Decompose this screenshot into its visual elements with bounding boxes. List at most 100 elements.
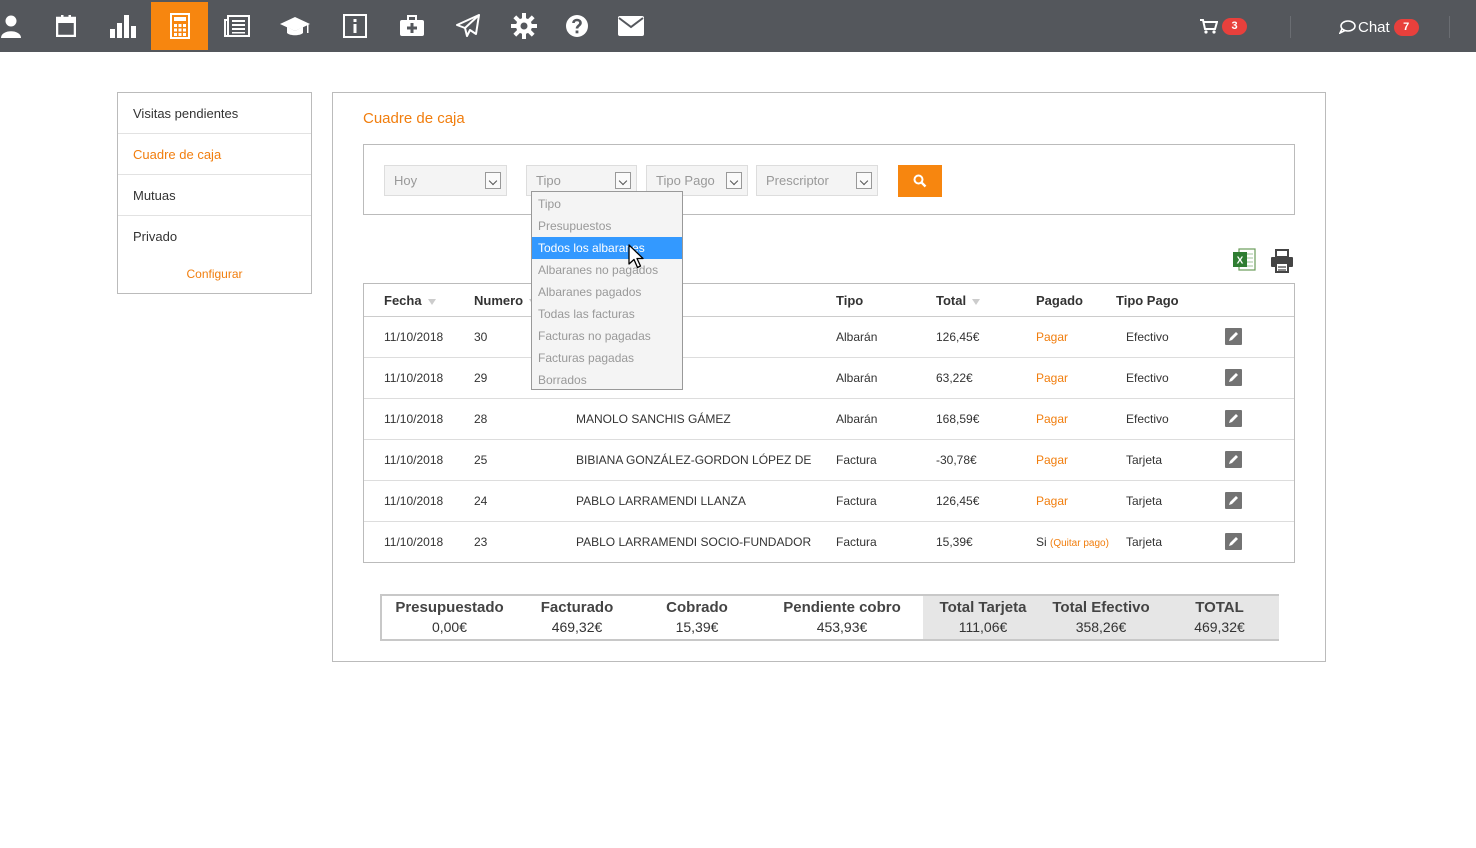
table-row[interactable]: 11/10/2018 30 Albarán 126,45€ Pagar Efec…: [364, 317, 1294, 358]
sort-icon: [972, 298, 981, 305]
tipo-pago-cell: Tarjeta: [1126, 494, 1163, 508]
tipo-pago-cell: Efectivo: [1126, 330, 1169, 344]
dropdown-option[interactable]: Tipo: [532, 193, 682, 215]
tipo-column-header: Tipo: [836, 293, 864, 308]
numero-cell: 24: [474, 494, 488, 508]
tipo-dropdown-list: Tipo Presupuestos Todos los albaranes Al…: [531, 191, 683, 390]
chat-count-badge: 7: [1393, 18, 1419, 36]
bar-chart-icon[interactable]: [94, 2, 151, 50]
calculator-icon[interactable]: [151, 2, 208, 50]
prescriptor-select[interactable]: Prescriptor: [756, 165, 878, 196]
edit-icon[interactable]: [1225, 328, 1242, 345]
paciente-cell: MANOLO SANCHIS GÁMEZ: [576, 412, 731, 426]
cart-button[interactable]: 3: [1200, 14, 1247, 38]
info-icon[interactable]: [326, 2, 383, 50]
table-row[interactable]: 11/10/2018 23 PABLO LARRAMENDI SOCIO-FUN…: [364, 522, 1294, 563]
dropdown-option[interactable]: Todas las facturas: [532, 303, 682, 325]
search-button[interactable]: [898, 165, 942, 197]
total-cell: -30,78€: [936, 453, 977, 467]
medkit-icon[interactable]: [383, 2, 440, 50]
pagar-link[interactable]: Pagar: [1036, 330, 1068, 344]
chevron-down-icon: [856, 172, 872, 189]
sidebar-item-cuadre-de-caja[interactable]: Cuadre de caja: [118, 134, 311, 175]
mouse-pointer-icon: [628, 244, 644, 273]
total-general: TOTAL 469,32€: [1194, 599, 1245, 635]
dropdown-option[interactable]: Presupuestos: [532, 215, 682, 237]
pagar-link[interactable]: Pagar: [1036, 453, 1068, 467]
sidebar-item-visitas-pendientes[interactable]: Visitas pendientes: [118, 93, 311, 134]
fecha-cell: 11/10/2018: [384, 494, 444, 508]
total-column-header[interactable]: Total: [936, 293, 981, 308]
gear-icon[interactable]: [495, 2, 552, 50]
total-tarjeta: Total Tarjeta 111,06€: [939, 599, 1027, 635]
divider: [1290, 16, 1291, 38]
table-row[interactable]: 11/10/2018 29 Albarán 63,22€ Pagar Efect…: [364, 358, 1294, 399]
dropdown-option[interactable]: Albaranes no pagados: [532, 259, 682, 281]
calendar-icon[interactable]: [37, 2, 94, 50]
fecha-cell: 11/10/2018: [384, 535, 444, 549]
dropdown-option[interactable]: Facturas no pagadas: [532, 325, 682, 347]
chevron-down-icon: [615, 172, 631, 189]
total-cell: 126,45€: [936, 330, 980, 344]
table-row[interactable]: 11/10/2018 25 BIBIANA GONZÁLEZ-GORDON LÓ…: [364, 440, 1294, 481]
excel-export-icon[interactable]: X: [1233, 248, 1257, 275]
periodo-select[interactable]: Hoy: [384, 165, 507, 196]
graduation-cap-icon[interactable]: [266, 2, 323, 50]
cart-icon: [1200, 18, 1218, 34]
total-pendiente-cobro: Pendiente cobro 453,93€: [783, 599, 901, 635]
sidebar-item-mutuas[interactable]: Mutuas: [118, 175, 311, 216]
tipo-pago-cell: Efectivo: [1126, 412, 1169, 426]
question-icon[interactable]: [548, 2, 605, 50]
top-navbar: 3 Chat 7: [0, 0, 1476, 52]
edit-icon[interactable]: [1225, 492, 1242, 509]
dropdown-option[interactable]: Albaranes pagados: [532, 281, 682, 303]
divider: [1449, 16, 1450, 38]
edit-icon[interactable]: [1225, 533, 1242, 550]
movements-table: Fecha Numero Tipo Total Pagado Tipo Pago…: [363, 283, 1295, 563]
dropdown-option-highlighted[interactable]: Todos los albaranes: [532, 237, 682, 259]
chevron-down-icon: [485, 172, 501, 189]
user-icon[interactable]: [0, 2, 39, 50]
total-facturado: Facturado 469,32€: [540, 599, 614, 635]
envelope-icon[interactable]: [602, 2, 659, 50]
newspaper-icon[interactable]: [208, 2, 265, 50]
chat-label: Chat: [1358, 18, 1390, 36]
fecha-cell: 11/10/2018: [384, 412, 444, 426]
filter-bar: Hoy Tipo Tipo Pago Prescriptor: [363, 144, 1295, 215]
total-presupuestado: Presupuestado 0,00€: [395, 599, 504, 635]
tipo-cell: Albarán: [836, 330, 878, 344]
total-cell: 168,59€: [936, 412, 980, 426]
numero-cell: 23: [474, 535, 488, 549]
tipo-pago-column-header: Tipo Pago: [1116, 293, 1179, 308]
configurar-link[interactable]: Configurar: [118, 267, 311, 281]
chevron-down-icon: [726, 172, 742, 189]
chat-bubble-icon: [1339, 20, 1356, 34]
pagar-link[interactable]: Pagar: [1036, 412, 1068, 426]
dropdown-option[interactable]: Facturas pagadas: [532, 347, 682, 369]
paper-plane-icon[interactable]: [439, 2, 496, 50]
svg-text:X: X: [1237, 256, 1244, 267]
pagado-cell: Si (Quitar pago): [1036, 535, 1109, 549]
tipo-cell: Factura: [836, 535, 877, 549]
edit-icon[interactable]: [1225, 410, 1242, 427]
total-cell: 63,22€: [936, 371, 973, 385]
dropdown-option[interactable]: Borrados: [532, 369, 682, 391]
pagar-link[interactable]: Pagar: [1036, 371, 1068, 385]
quitar-pago-link[interactable]: (Quitar pago): [1050, 538, 1109, 549]
total-efectivo: Total Efectivo 358,26€: [1052, 599, 1150, 635]
tipo-pago-cell: Efectivo: [1126, 371, 1169, 385]
chat-button[interactable]: Chat 7: [1339, 14, 1419, 40]
fecha-cell: 11/10/2018: [384, 371, 444, 385]
numero-column-header[interactable]: Numero: [474, 293, 538, 308]
edit-icon[interactable]: [1225, 369, 1242, 386]
edit-icon[interactable]: [1225, 451, 1242, 468]
cart-count-badge: 3: [1222, 17, 1247, 35]
pagar-link[interactable]: Pagar: [1036, 494, 1068, 508]
print-icon[interactable]: [1270, 249, 1294, 276]
total-cell: 126,45€: [936, 494, 980, 508]
fecha-column-header[interactable]: Fecha: [384, 293, 436, 308]
sidebar-item-privado[interactable]: Privado: [118, 216, 311, 257]
table-row[interactable]: 11/10/2018 28 MANOLO SANCHIS GÁMEZ Albar…: [364, 399, 1294, 440]
sort-icon: [427, 298, 436, 305]
table-row[interactable]: 11/10/2018 24 PABLO LARRAMENDI LLANZA Fa…: [364, 481, 1294, 522]
